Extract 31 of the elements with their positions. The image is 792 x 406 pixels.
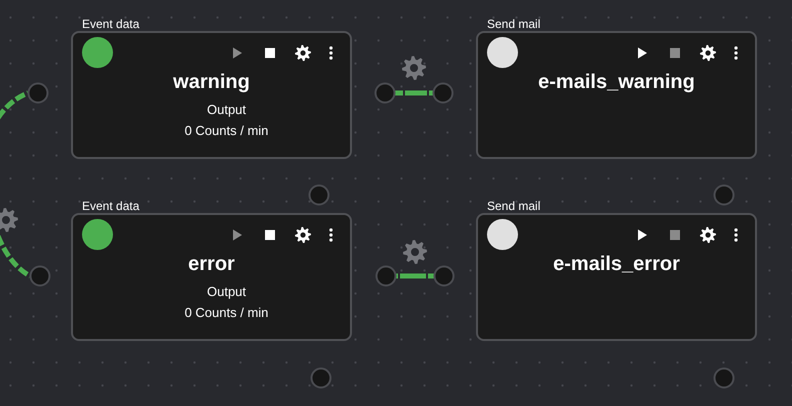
output-label: Output bbox=[206, 284, 246, 300]
node-card[interactable]: error Output 0 Counts / min bbox=[71, 213, 352, 341]
node-title: warning bbox=[173, 70, 250, 94]
node-category: Event data bbox=[81, 17, 140, 31]
gear-icon[interactable] bbox=[403, 240, 427, 264]
output-rate: 0 Counts / min bbox=[184, 305, 268, 321]
node-title: e-mails_error bbox=[553, 252, 680, 276]
more-options-icon[interactable] bbox=[328, 44, 334, 60]
node-category: Send mail bbox=[486, 199, 542, 213]
node-card[interactable]: e-mails_warning bbox=[476, 31, 757, 159]
settings-icon[interactable] bbox=[700, 226, 716, 242]
more-options-icon[interactable] bbox=[733, 226, 739, 242]
node-category: Event data bbox=[81, 199, 140, 213]
gear-icon[interactable] bbox=[0, 208, 18, 232]
gear-icon[interactable] bbox=[402, 56, 426, 80]
node-card[interactable]: warning Output 0 Counts / min bbox=[71, 31, 352, 159]
settings-icon[interactable] bbox=[700, 44, 716, 60]
connection-line bbox=[395, 90, 433, 96]
connection-line bbox=[396, 274, 434, 278]
settings-icon[interactable] bbox=[295, 226, 311, 242]
settings-icon[interactable] bbox=[295, 44, 311, 60]
output-label: Output bbox=[206, 102, 246, 118]
node-card[interactable]: e-mails_error bbox=[476, 213, 757, 341]
connection-line bbox=[0, 235, 32, 278]
more-options-icon[interactable] bbox=[733, 44, 739, 60]
more-options-icon[interactable] bbox=[328, 226, 334, 242]
node-category: Send mail bbox=[486, 17, 542, 31]
node-title: error bbox=[188, 252, 235, 276]
output-rate: 0 Counts / min bbox=[184, 123, 268, 139]
node-title: e-mails_warning bbox=[538, 70, 695, 94]
connection-line bbox=[0, 90, 29, 120]
